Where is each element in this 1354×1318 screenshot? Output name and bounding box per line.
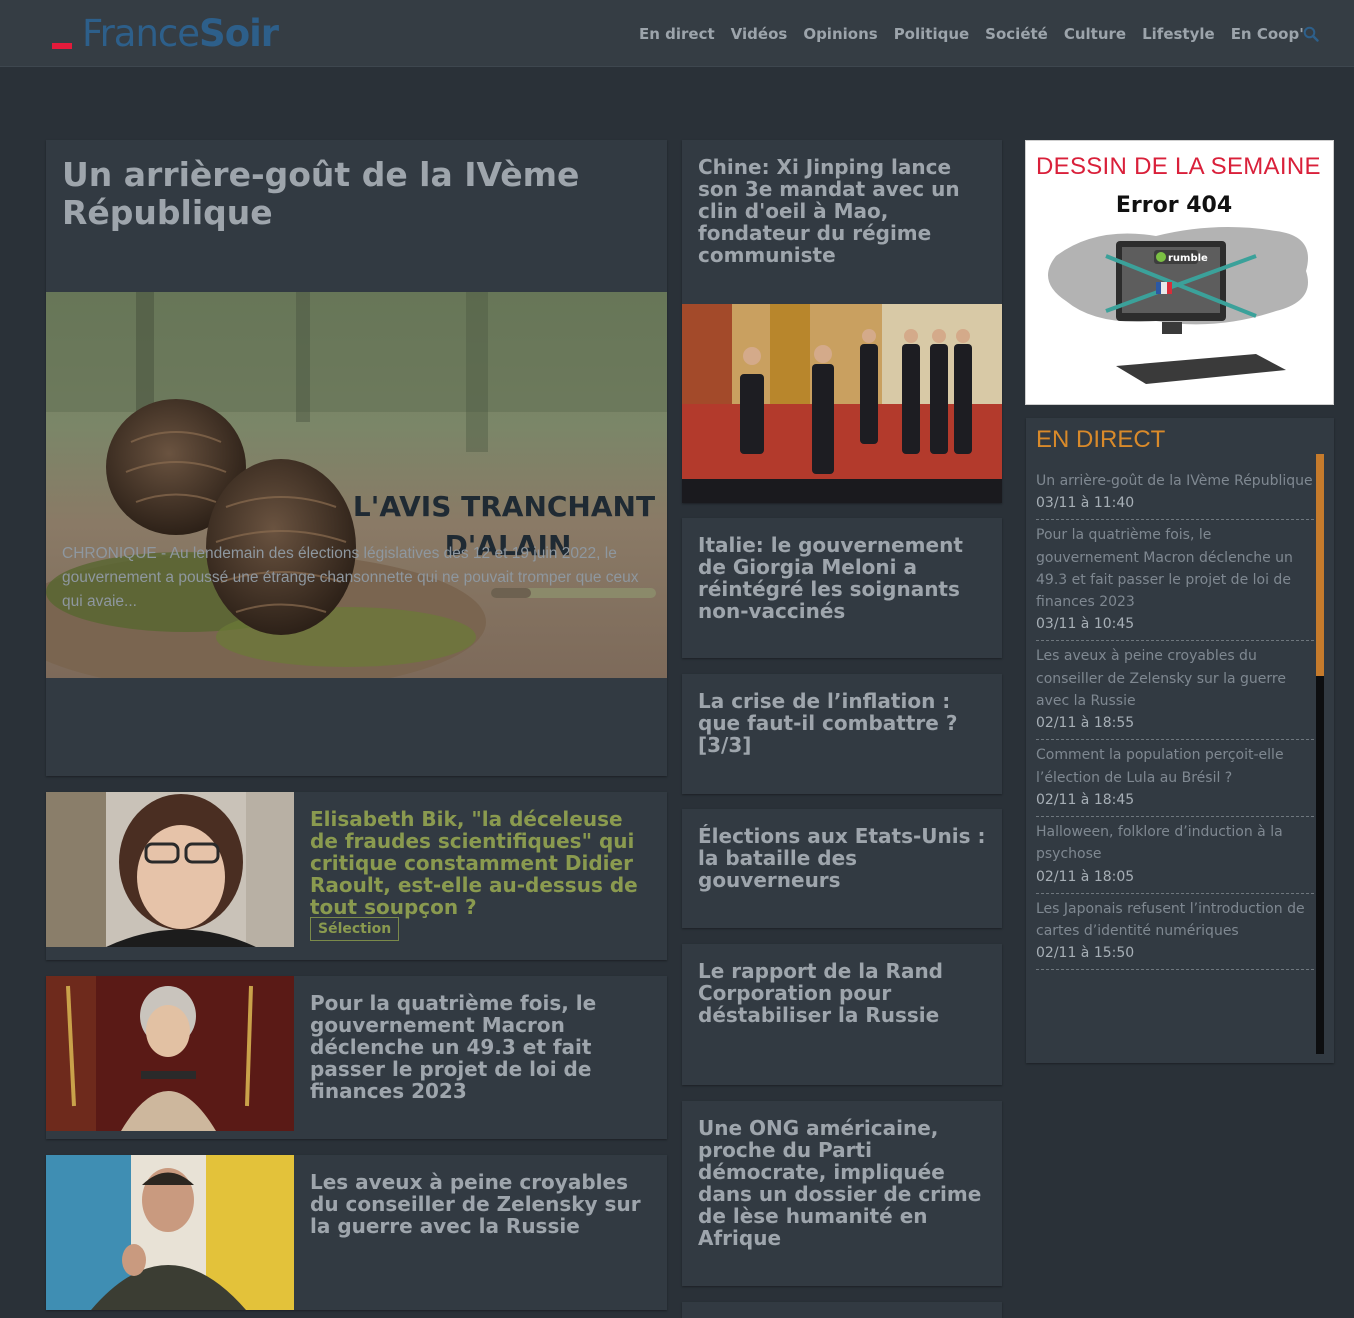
live-feed-item[interactable]: Comment la population perçoit-elle l’éle…	[1036, 740, 1314, 817]
nav-item-politique[interactable]: Politique	[894, 25, 969, 43]
nav-item-en-direct[interactable]: En direct	[639, 25, 715, 43]
article-card[interactable]: Elisabeth Bik, "la déceleuse de fraudes …	[46, 792, 667, 960]
live-feed-item-time: 02/11 à 15:50	[1036, 945, 1135, 962]
article-card[interactable]: Une ONG américaine, proche du Parti démo…	[682, 1101, 1002, 1286]
live-feed-item[interactable]: Halloween, folklore d’induction à la psy…	[1036, 817, 1314, 894]
article-thumbnail[interactable]	[46, 976, 294, 1131]
search-icon[interactable]	[1303, 26, 1319, 42]
article-title[interactable]: Les aveux à peine croyables du conseille…	[310, 1171, 655, 1237]
article-card[interactable]: Italie: le gouvernement de Giorgia Melon…	[682, 518, 1002, 658]
live-feed: EN DIRECT Un arrière-goût de la IVème Ré…	[1026, 418, 1334, 1063]
article-title[interactable]: Une ONG américaine, proche du Parti démo…	[698, 1117, 988, 1249]
article-title[interactable]: Elisabeth Bik, "la déceleuse de fraudes …	[310, 808, 655, 918]
article-card[interactable]: Pour la quatrième fois, le gouvernement …	[46, 976, 667, 1139]
nav-item-videos[interactable]: Vidéos	[731, 25, 788, 43]
live-feed-item-title[interactable]: Un arrière-goût de la IVème République	[1036, 470, 1314, 492]
nav-item-en-coop[interactable]: En Coop'	[1231, 25, 1304, 43]
cartoon-screen-label: rumble	[1168, 253, 1208, 264]
live-feed-item-time: 02/11 à 18:55	[1036, 715, 1135, 732]
site-header: FranceSoir En direct Vidéos Opinions Pol…	[0, 0, 1354, 67]
article-title[interactable]: Chine: Xi Jinping lance son 3e mandat av…	[698, 156, 988, 266]
nav-item-societe[interactable]: Société	[985, 25, 1048, 43]
main-nav: En direct Vidéos Opinions Politique Soci…	[639, 22, 1354, 46]
live-feed-item-time: 03/11 à 10:45	[1036, 616, 1135, 633]
live-feed-scrollbar[interactable]	[1316, 454, 1324, 1054]
live-feed-item-title[interactable]: Les aveux à peine croyables du conseille…	[1036, 645, 1314, 712]
live-feed-item[interactable]: Les Japonais refusent l’introduction de …	[1036, 894, 1314, 971]
article-card[interactable]: Les aveux à peine croyables du conseille…	[46, 1155, 667, 1310]
live-feed-scrollbar-thumb[interactable]	[1316, 454, 1324, 676]
live-feed-item-title[interactable]: Les Japonais refusent l’introduction de …	[1036, 898, 1314, 943]
cartoon-image[interactable]: Error 404 rumble	[1026, 186, 1333, 401]
image-caption-line1: L'AVIS TRANCHANT	[353, 490, 655, 523]
live-feed-item[interactable]: Les aveux à peine croyables du conseille…	[1036, 641, 1314, 741]
live-feed-item-title[interactable]: Halloween, folklore d’induction à la psy…	[1036, 821, 1314, 866]
article-card[interactable]: Élections aux Etats-Unis : la bataille d…	[682, 809, 1002, 928]
article-title[interactable]: Italie: le gouvernement de Giorgia Melon…	[698, 534, 988, 622]
article-title[interactable]: Élections aux Etats-Unis : la bataille d…	[698, 825, 988, 891]
article-title[interactable]: Le rapport de la Rand Corporation pour d…	[698, 960, 988, 1026]
article-thumbnail[interactable]	[46, 792, 294, 947]
logo-wordmark: FranceSoir	[82, 12, 279, 55]
featured-article-image[interactable]: L'AVIS TRANCHANT D'ALAIN	[46, 292, 667, 678]
article-card[interactable]: Le rapport de la Rand Corporation pour d…	[682, 944, 1002, 1085]
live-feed-item-title[interactable]: Pour la quatrième fois, le gouvernement …	[1036, 524, 1314, 613]
live-feed-item[interactable]: Pour la quatrième fois, le gouvernement …	[1036, 520, 1314, 642]
cartoon-title: Error 404	[1116, 193, 1232, 218]
featured-article-title[interactable]: Un arrière-goût de la IVème République	[62, 156, 642, 232]
article-card[interactable]: Chine: Xi Jinping lance son 3e mandat av…	[682, 140, 1002, 503]
live-feed-heading: EN DIRECT	[1036, 426, 1166, 453]
weekly-cartoon-heading: DESSIN DE LA SEMAINE	[1036, 153, 1321, 180]
article-card[interactable]	[682, 1302, 1002, 1318]
live-feed-item-title[interactable]: Comment la population perçoit-elle l’éle…	[1036, 744, 1314, 789]
nav-item-lifestyle[interactable]: Lifestyle	[1142, 25, 1215, 43]
live-feed-list: Un arrière-goût de la IVème République 0…	[1036, 466, 1314, 971]
featured-article[interactable]: Un arrière-goût de la IVème République L…	[46, 140, 667, 776]
logo-accent-dash	[52, 43, 72, 49]
selection-badge[interactable]: Sélection	[310, 917, 400, 941]
live-feed-item-time: 02/11 à 18:05	[1036, 868, 1135, 885]
article-title[interactable]: Pour la quatrième fois, le gouvernement …	[310, 992, 655, 1102]
nav-item-culture[interactable]: Culture	[1064, 25, 1126, 43]
nav-item-opinions[interactable]: Opinions	[803, 25, 877, 43]
article-card[interactable]: La crise de l’inflation : que faut-il co…	[682, 674, 1002, 794]
article-title[interactable]: La crise de l’inflation : que faut-il co…	[698, 690, 988, 756]
article-thumbnail[interactable]	[46, 1155, 294, 1310]
live-feed-item-time: 03/11 à 11:40	[1036, 495, 1135, 512]
live-feed-item-time: 02/11 à 18:45	[1036, 791, 1135, 808]
weekly-cartoon[interactable]: DESSIN DE LA SEMAINE Error 404 rumble	[1025, 140, 1334, 405]
featured-article-excerpt: CHRONIQUE - Au lendemain des élections l…	[62, 545, 639, 610]
article-thumbnail[interactable]	[682, 304, 1002, 503]
live-feed-item[interactable]: Un arrière-goût de la IVème République 0…	[1036, 466, 1314, 521]
